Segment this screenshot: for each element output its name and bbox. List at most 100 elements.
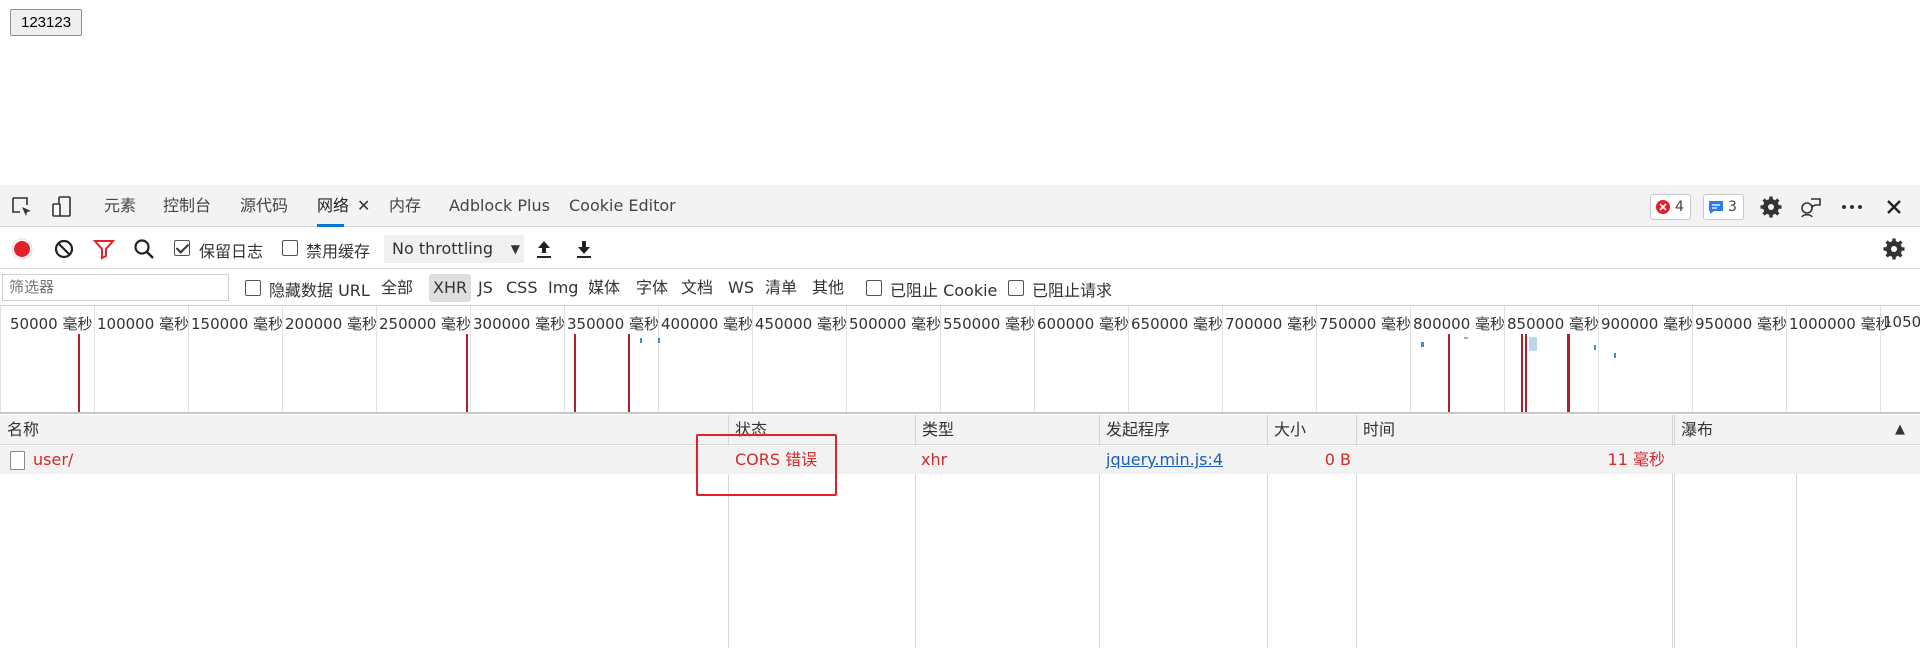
error-count: 4 <box>1675 199 1684 215</box>
network-settings-icon[interactable] <box>1882 237 1906 261</box>
page-button[interactable]: 123123 <box>10 9 83 36</box>
column-initiator[interactable]: 发起程序 <box>1099 415 1170 445</box>
filter-type-font[interactable]: 字体 <box>632 274 672 302</box>
preserve-log-checkbox[interactable] <box>174 240 190 256</box>
tick-label: 450000 毫秒 <box>755 315 848 333</box>
disable-cache-checkbox[interactable] <box>282 240 298 256</box>
filter-type-other[interactable]: 其他 <box>808 274 848 302</box>
filter-type-img[interactable]: Img <box>544 274 582 302</box>
blocked-requests-checkbox[interactable] <box>1008 280 1024 296</box>
clear-icon[interactable] <box>52 237 76 261</box>
filter-icon[interactable] <box>92 237 116 261</box>
active-tab-indicator <box>317 224 345 227</box>
tab-label: 控制台 <box>163 196 212 215</box>
blocked-requests-label: 已阻止请求 <box>1032 281 1113 300</box>
close-tab-icon[interactable]: ✕ <box>357 196 370 215</box>
column-name[interactable]: 名称 <box>0 415 39 445</box>
timeline-tick: 700000 毫秒 <box>1222 306 1317 412</box>
filter-type-media[interactable]: 媒体 <box>584 274 624 302</box>
load-event-marker <box>628 334 630 412</box>
waterfall-gridline <box>1796 446 1797 648</box>
column-type[interactable]: 类型 <box>915 415 954 445</box>
timeline-tick: 900000 毫秒 <box>1598 306 1693 412</box>
tab-sources[interactable]: 源代码 <box>240 185 288 227</box>
more-options-icon[interactable] <box>1840 195 1864 219</box>
tick-label: 200000 毫秒 <box>285 315 378 333</box>
timeline-tick: 10500 <box>1880 306 1920 412</box>
document-icon <box>10 451 25 470</box>
timeline-tick: 450000 毫秒 <box>752 306 847 412</box>
tab-memory[interactable]: 内存 <box>389 185 421 227</box>
message-icon <box>1709 201 1723 214</box>
import-har-icon[interactable] <box>532 237 556 261</box>
export-har-icon[interactable] <box>572 237 596 261</box>
timeline-tick: 250000 毫秒 <box>376 306 471 412</box>
tick-label: 1000000 毫秒 <box>1789 315 1891 333</box>
tab-console[interactable]: 控制台 <box>163 185 211 227</box>
load-event-marker <box>1525 334 1527 412</box>
annotation-highlight-box <box>696 434 837 496</box>
error-count-badge[interactable]: 4 <box>1650 194 1691 220</box>
timeline-tick: 300000 毫秒 <box>470 306 565 412</box>
close-devtools-icon[interactable] <box>1882 195 1906 219</box>
timeline-tick: 750000 毫秒 <box>1316 306 1411 412</box>
search-icon[interactable] <box>132 237 156 261</box>
inspect-element-icon[interactable] <box>10 195 34 219</box>
filter-type-js[interactable]: JS <box>474 274 497 302</box>
tick-label: 750000 毫秒 <box>1319 315 1412 333</box>
throttling-value: No throttling <box>392 239 494 258</box>
filter-type-css[interactable]: CSS <box>502 274 541 302</box>
throttling-select[interactable]: No throttling ▼ <box>384 235 524 263</box>
tick-label: 950000 毫秒 <box>1695 315 1788 333</box>
tab-label: Adblock Plus <box>449 196 550 215</box>
tick-label: 400000 毫秒 <box>661 315 754 333</box>
disable-cache-label: 禁用缓存 <box>306 242 371 261</box>
filter-type-ws[interactable]: WS <box>724 274 758 302</box>
filter-input[interactable]: 筛选器 <box>2 274 229 301</box>
record-icon[interactable] <box>10 237 34 261</box>
request-initiator-link[interactable]: jquery.min.js:4 <box>1106 446 1223 474</box>
timeline-overview[interactable]: 50000 毫秒 100000 毫秒 150000 毫秒 200000 毫秒 2… <box>0 306 1920 414</box>
timeline-tick: 200000 毫秒 <box>282 306 377 412</box>
timeline-tick: 100000 毫秒 <box>94 306 189 412</box>
tab-cookie-editor[interactable]: Cookie Editor <box>569 185 676 227</box>
load-event-marker <box>1448 334 1450 412</box>
load-event-marker <box>78 334 80 412</box>
tab-adblock-plus[interactable]: Adblock Plus <box>449 185 550 227</box>
hide-data-url-label: 隐藏数据 URL <box>269 281 370 300</box>
tab-network[interactable]: 网络 ✕ <box>317 185 370 227</box>
feedback-icon[interactable] <box>1799 195 1823 219</box>
timeline-tick: 150000 毫秒 <box>188 306 283 412</box>
table-row[interactable]: user/ CORS 错误 xhr jquery.min.js:4 0 B 11… <box>0 446 1920 474</box>
devtools-panel: 元素 控制台 源代码 网络 ✕ 内存 Adblock Plus Cookie Ed… <box>0 185 1920 648</box>
timeline-tick: 500000 毫秒 <box>846 306 941 412</box>
filter-type-doc[interactable]: 文档 <box>677 274 717 302</box>
request-table-header: 名称 状态 类型 发起程序 大小 时间 瀑布 ▲ <box>0 415 1920 445</box>
tick-label: 850000 毫秒 <box>1507 315 1600 333</box>
request-name[interactable]: user/ <box>33 446 73 474</box>
timeline-tick: 1000000 毫秒 <box>1786 306 1891 412</box>
column-time[interactable]: 时间 <box>1356 415 1395 445</box>
filter-type-all[interactable]: 全部 <box>377 274 417 302</box>
message-count-badge[interactable]: 3 <box>1703 194 1744 220</box>
network-toolbar: 保留日志 禁用缓存 No throttling ▼ <box>0 228 1920 269</box>
settings-gear-icon[interactable] <box>1759 195 1783 219</box>
timeline-tick: 850000 毫秒 <box>1504 306 1599 412</box>
device-emulation-icon[interactable] <box>50 195 74 219</box>
sort-ascending-icon[interactable]: ▲ <box>1888 415 1905 445</box>
blocked-cookies-checkbox[interactable] <box>866 280 882 296</box>
filter-type-xhr[interactable]: XHR <box>429 274 472 302</box>
timeline-tick: 600000 毫秒 <box>1034 306 1129 412</box>
tab-elements[interactable]: 元素 <box>104 185 136 227</box>
message-count: 3 <box>1728 199 1737 215</box>
column-size[interactable]: 大小 <box>1267 415 1306 445</box>
column-waterfall[interactable]: 瀑布 <box>1674 415 1713 445</box>
filter-type-manifest[interactable]: 清单 <box>761 274 801 302</box>
request-type: xhr <box>921 450 948 469</box>
request-bar <box>658 338 660 343</box>
load-event-marker <box>1521 334 1523 412</box>
tab-label: Cookie Editor <box>569 196 676 215</box>
hide-data-url-checkbox[interactable] <box>245 280 261 296</box>
tick-label: 10500 <box>1883 313 1920 331</box>
request-bar <box>1421 342 1424 347</box>
